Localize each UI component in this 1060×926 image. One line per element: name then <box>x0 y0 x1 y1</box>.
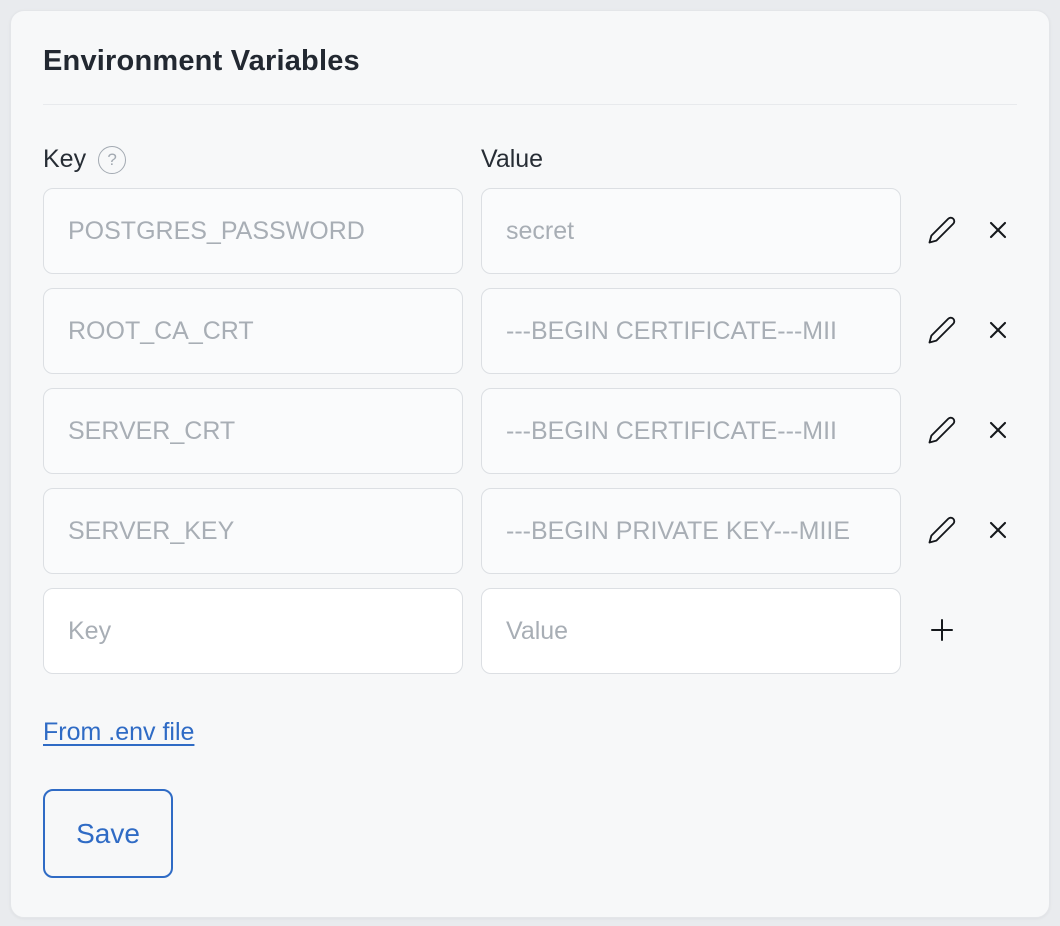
add-row-button[interactable] <box>927 616 957 646</box>
value-input[interactable] <box>481 488 901 574</box>
key-input[interactable] <box>43 388 463 474</box>
key-column-label: Key <box>43 145 86 174</box>
row-actions <box>919 516 1017 546</box>
pencil-icon <box>927 215 957 248</box>
plus-icon <box>927 615 957 648</box>
help-icon[interactable]: ? <box>98 146 126 174</box>
value-input[interactable] <box>481 388 901 474</box>
environment-variables-card: Environment Variables Key ? Value <box>10 10 1050 918</box>
delete-row-button[interactable] <box>983 216 1013 246</box>
row-actions <box>919 316 1017 346</box>
row-actions <box>919 616 1017 646</box>
value-column-label: Value <box>481 145 543 174</box>
delete-row-button[interactable] <box>983 416 1013 446</box>
env-rows <box>43 188 1017 674</box>
row-actions <box>919 216 1017 246</box>
key-input[interactable] <box>43 188 463 274</box>
value-input[interactable] <box>481 188 901 274</box>
page-title: Environment Variables <box>43 45 1017 78</box>
value-column-header: Value <box>481 145 901 174</box>
edit-row-button[interactable] <box>927 316 957 346</box>
new-key-input[interactable] <box>43 588 463 674</box>
env-row <box>43 488 1017 574</box>
save-button[interactable]: Save <box>43 789 173 878</box>
key-input[interactable] <box>43 288 463 374</box>
key-input[interactable] <box>43 488 463 574</box>
env-row <box>43 188 1017 274</box>
pencil-icon <box>927 515 957 548</box>
new-env-row <box>43 588 1017 674</box>
close-icon <box>984 516 1012 547</box>
pencil-icon <box>927 415 957 448</box>
delete-row-button[interactable] <box>983 316 1013 346</box>
pencil-icon <box>927 315 957 348</box>
env-row <box>43 388 1017 474</box>
close-icon <box>984 416 1012 447</box>
value-input[interactable] <box>481 288 901 374</box>
edit-row-button[interactable] <box>927 416 957 446</box>
edit-row-button[interactable] <box>927 516 957 546</box>
new-value-input[interactable] <box>481 588 901 674</box>
close-icon <box>984 316 1012 347</box>
env-row <box>43 288 1017 374</box>
from-env-file-link[interactable]: From .env file <box>43 718 194 746</box>
title-divider <box>43 104 1017 105</box>
edit-row-button[interactable] <box>927 216 957 246</box>
close-icon <box>984 216 1012 247</box>
column-headers: Key ? Value <box>43 145 1017 174</box>
delete-row-button[interactable] <box>983 516 1013 546</box>
key-column-header: Key ? <box>43 145 463 174</box>
row-actions <box>919 416 1017 446</box>
